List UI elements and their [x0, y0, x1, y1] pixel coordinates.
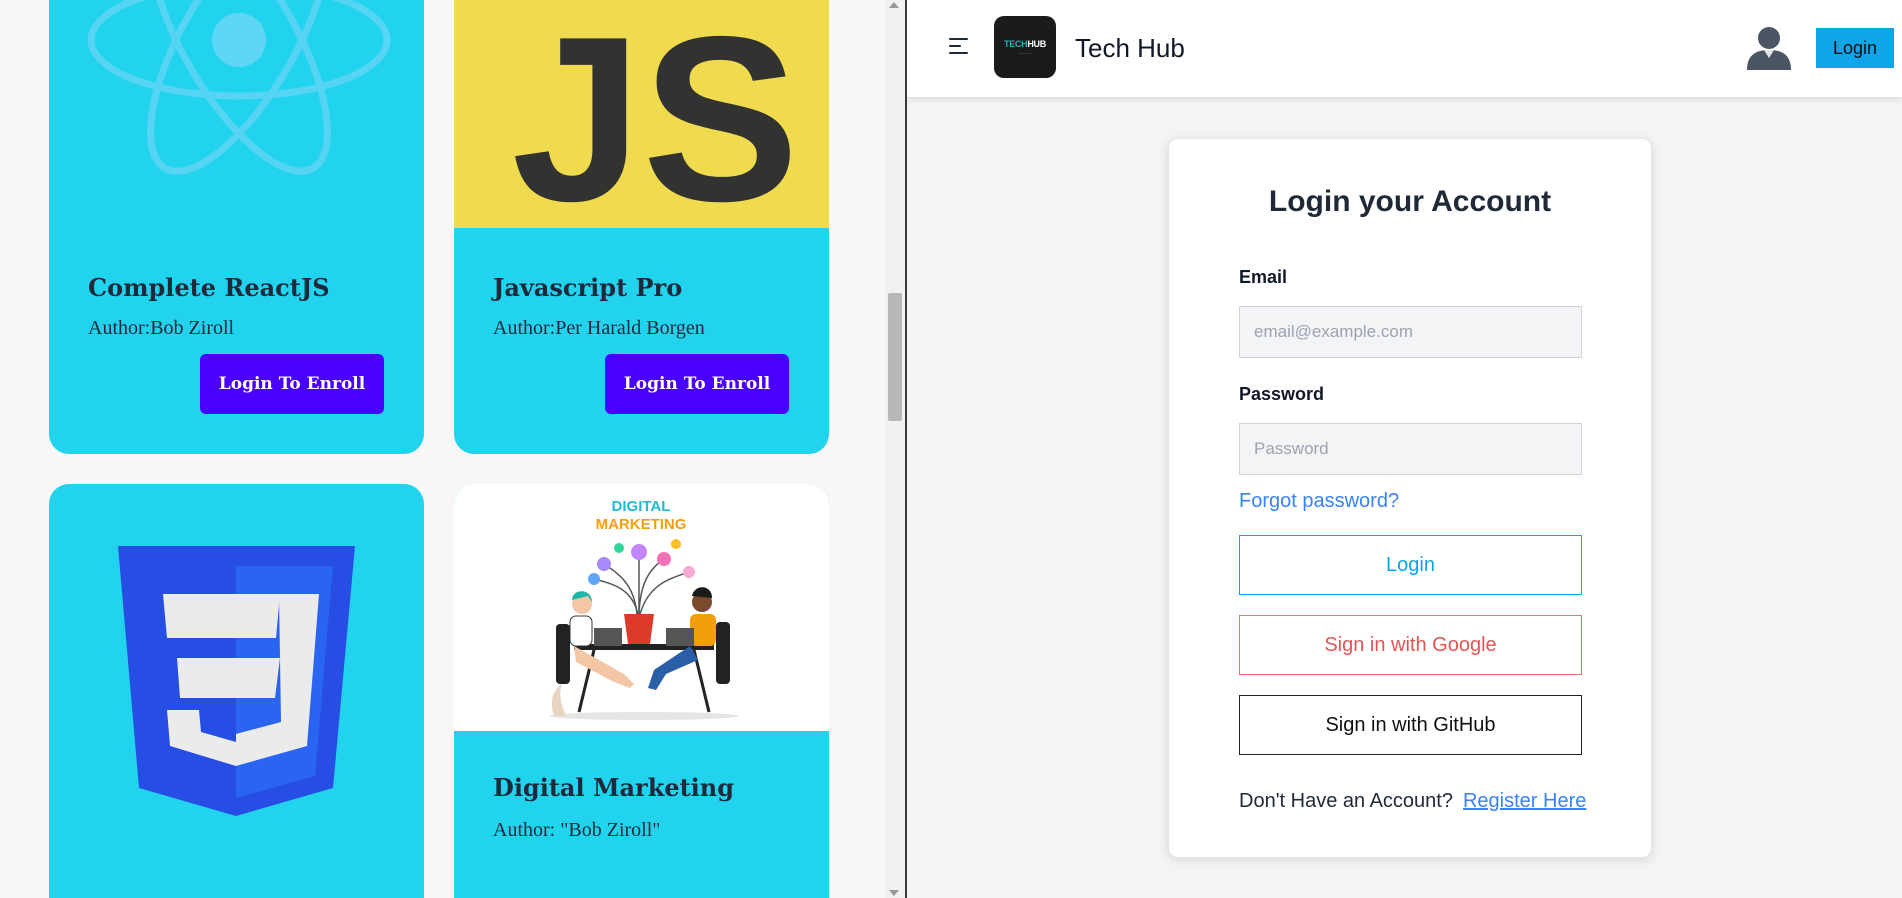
css3-logo-icon: 3: [49, 484, 424, 898]
user-avatar-icon[interactable]: [1744, 22, 1794, 72]
course-author: Author:Bob Ziroll: [88, 317, 235, 339]
course-author: Author: "Bob Ziroll": [493, 819, 661, 841]
google-signin-button[interactable]: Sign in with Google: [1239, 615, 1582, 675]
email-label: Email: [1239, 267, 1288, 287]
github-signin-button[interactable]: Sign in with GitHub: [1239, 695, 1582, 755]
css3-logo-text: 3: [49, 484, 50, 485]
course-title: Complete ReactJS: [88, 273, 330, 302]
brand-name: Tech Hub: [1075, 33, 1185, 63]
email-input[interactable]: [1239, 306, 1582, 358]
course-title: Javascript Pro: [493, 273, 683, 302]
navbar: TECHHUB ——— Tech Hub Login: [907, 0, 1902, 97]
course-title: Digital Marketing: [493, 773, 735, 802]
react-logo-icon: [49, 0, 424, 200]
course-card-javascript: JS Javascript Pro Author:Per Harald Borg…: [454, 0, 829, 454]
scroll-down-arrow-icon[interactable]: [889, 890, 899, 896]
course-author: Author:Per Harald Borgen: [493, 317, 705, 339]
logo-text-hub: HUB: [1027, 39, 1046, 49]
digital-marketing-illustration: DIGITAL MARKETING: [454, 484, 829, 731]
register-link[interactable]: Register Here: [1463, 790, 1586, 812]
login-to-enroll-button[interactable]: Login To Enroll: [200, 354, 384, 414]
course-card-digital-marketing: DIGITAL MARKETING Digital Marketing Auth…: [454, 484, 829, 898]
login-submit-button[interactable]: Login: [1239, 535, 1582, 595]
register-prompt: Don't Have an Account?: [1239, 790, 1453, 812]
course-list-pane: Complete ReactJS Author:Bob Ziroll Login…: [0, 0, 905, 898]
scrollbar[interactable]: [885, 0, 905, 898]
login-card: Login your Account Email Password Forgot…: [1168, 138, 1652, 858]
course-card-css: 3: [49, 484, 424, 898]
js-logo-icon: JS: [454, 0, 829, 228]
navbar-login-button[interactable]: Login: [1816, 28, 1894, 68]
course-card-react: Complete ReactJS Author:Bob Ziroll Login…: [49, 0, 424, 454]
scroll-up-arrow-icon[interactable]: [889, 2, 899, 8]
illustration-title-line2: MARKETING: [596, 516, 687, 533]
login-heading: Login your Account: [1268, 185, 1552, 218]
illustration-title-line1: DIGITAL: [612, 498, 671, 515]
password-input[interactable]: [1239, 423, 1582, 475]
js-logo-text: JS: [512, 0, 799, 228]
password-label: Password: [1239, 384, 1325, 404]
scrollbar-thumb[interactable]: [888, 293, 902, 421]
hamburger-menu-icon[interactable]: [949, 38, 970, 56]
logo-text-tech: TECH: [1004, 39, 1028, 49]
login-to-enroll-button[interactable]: Login To Enroll: [605, 354, 789, 414]
forgot-password-link[interactable]: Forgot password?: [1239, 490, 1399, 513]
tech-hub-logo[interactable]: TECHHUB ———: [994, 16, 1056, 78]
logo-tagline: ———: [1018, 50, 1032, 55]
login-pane: TECHHUB ——— Tech Hub Login Login your Ac…: [907, 0, 1902, 898]
register-row: Don't Have an Account? Register Here: [1239, 790, 1586, 813]
